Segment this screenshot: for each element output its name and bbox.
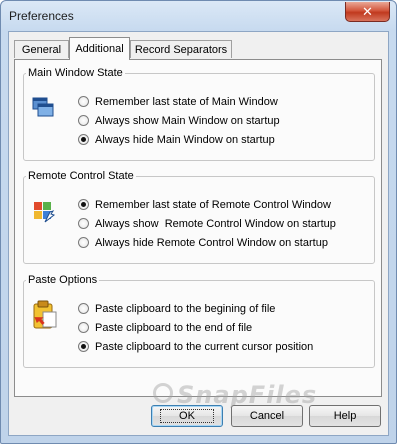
preferences-window: Preferences ✕ General Additional Record … [0, 0, 397, 444]
radio-hide-remote[interactable]: Always hide Remote Control Window on sta… [78, 233, 336, 252]
cancel-button[interactable]: Cancel [231, 405, 303, 427]
close-icon: ✕ [362, 3, 373, 19]
main-window-state-group: Main Window State Remember last state of… [23, 67, 375, 161]
tab-additional[interactable]: Additional [69, 37, 130, 60]
dialog-client: General Additional Record Separators Mai… [8, 31, 389, 436]
option-label: Remember last state of Remote Control Wi… [95, 198, 331, 211]
radio-button[interactable] [78, 134, 89, 145]
radio-paste-cursor[interactable]: Paste clipboard to the current cursor po… [78, 337, 313, 356]
ok-label: OK [160, 409, 214, 423]
radio-button[interactable] [78, 96, 89, 107]
radio-paste-beginning[interactable]: Paste clipboard to the begining of file [78, 299, 313, 318]
option-label: Always show Remote Control Window on sta… [95, 217, 336, 230]
option-label: Paste clipboard to the begining of file [95, 302, 276, 315]
group-title: Paste Options [28, 274, 98, 286]
radio-show-main[interactable]: Always show Main Window on startup [78, 111, 280, 130]
radio-button[interactable] [78, 237, 89, 248]
tab-record-separators[interactable]: Record Separators [130, 40, 232, 58]
group-title: Main Window State [28, 67, 123, 79]
ok-button[interactable]: OK [151, 405, 223, 427]
watermark-logo-icon [153, 383, 173, 403]
window-title: Preferences [9, 9, 74, 23]
paste-options: Paste clipboard to the begining of file … [78, 299, 313, 356]
option-label: Paste clipboard to the current cursor po… [95, 340, 314, 353]
paste-options-group: Paste Options Paste clipboard to the beg… [23, 274, 375, 368]
help-button[interactable]: Help [309, 405, 381, 427]
windows-icon [32, 97, 54, 120]
radio-hide-main[interactable]: Always hide Main Window on startup [78, 130, 280, 149]
close-button[interactable]: ✕ [345, 2, 390, 22]
radio-button[interactable] [78, 199, 89, 210]
radio-button[interactable] [78, 341, 89, 352]
main-window-options: Remember last state of Main Window Alway… [78, 92, 280, 149]
radio-button[interactable] [78, 322, 89, 333]
radio-remember-main[interactable]: Remember last state of Main Window [78, 92, 280, 111]
tab-panel-additional: Main Window State Remember last state of… [14, 59, 382, 397]
option-label: Always show Main Window on startup [95, 114, 280, 127]
radio-button[interactable] [78, 218, 89, 229]
radio-show-remote[interactable]: Always show Remote Control Window on sta… [78, 214, 336, 233]
title-bar[interactable]: Preferences ✕ [1, 1, 396, 31]
clipboard-paste-icon [32, 300, 58, 333]
option-label: Remember last state of Main Window [95, 95, 278, 108]
radio-button[interactable] [78, 303, 89, 314]
radio-paste-end[interactable]: Paste clipboard to the end of file [78, 318, 313, 337]
remote-control-options: Remember last state of Remote Control Wi… [78, 195, 336, 252]
remote-control-icon [32, 200, 56, 227]
radio-remember-remote[interactable]: Remember last state of Remote Control Wi… [78, 195, 336, 214]
option-label: Always hide Main Window on startup [95, 133, 275, 146]
option-label: Always hide Remote Control Window on sta… [95, 236, 328, 249]
remote-control-state-group: Remote Control State Remember last state… [23, 170, 375, 264]
group-title: Remote Control State [28, 170, 134, 182]
option-label: Paste clipboard to the end of file [95, 321, 253, 334]
radio-button[interactable] [78, 115, 89, 126]
tab-general[interactable]: General [14, 40, 69, 58]
